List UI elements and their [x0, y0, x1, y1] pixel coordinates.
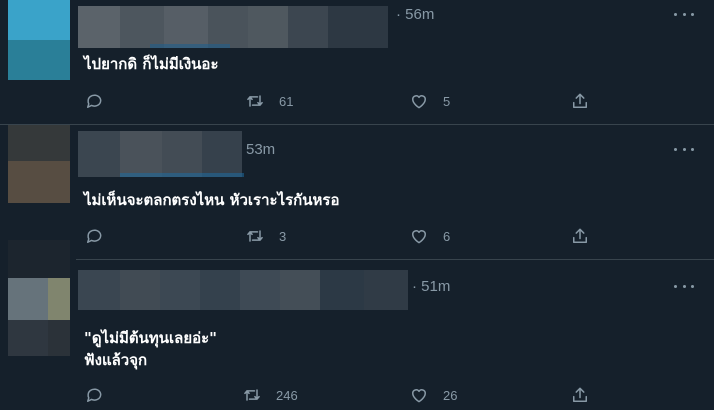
reply-button[interactable]	[84, 383, 118, 407]
author-name-blurred[interactable]	[78, 270, 408, 310]
like-count: 5	[443, 93, 451, 109]
tweet-text-line-2: ฟังแล้วจุก	[84, 351, 148, 369]
tweet-text: ไปยากดิ ก็ไม่มีเงินอะ	[84, 55, 219, 73]
share-icon	[573, 387, 587, 402]
more-icon[interactable]	[674, 6, 694, 22]
blur-fragment	[150, 44, 230, 48]
heart-icon	[411, 95, 427, 109]
share-button[interactable]	[570, 383, 590, 407]
retweet-count: 246	[276, 387, 298, 403]
share-button[interactable]	[570, 89, 590, 113]
avatar[interactable]	[8, 125, 70, 203]
blur-fragment	[120, 173, 244, 177]
more-icon[interactable]	[674, 141, 694, 157]
reply-icon	[87, 388, 102, 402]
tweet[interactable]: · 56m ไปยากดิ ก็ไม่มีเงินอะ 61 5	[0, 0, 714, 124]
like-button[interactable]: 26	[409, 383, 457, 407]
retweet-button[interactable]: 61	[245, 89, 293, 113]
tweet-actions: 61 5	[84, 89, 604, 113]
author-name-blurred[interactable]	[78, 6, 388, 48]
author-name-blurred[interactable]	[78, 131, 242, 177]
tweet-text-line-1: "ดูไม่มีต้นทุนเลยอ่ะ"	[84, 329, 218, 347]
tweet-actions: 246 26	[84, 383, 604, 407]
like-button[interactable]: 5	[409, 89, 450, 113]
tweet-time[interactable]: · 56m	[396, 6, 434, 23]
tweet-time[interactable]: 53m	[246, 141, 275, 158]
reply-icon	[87, 94, 102, 108]
tweet-time[interactable]: · 51m	[412, 278, 450, 295]
tweet-text: ไม่เห็นจะตลกตรงไหน หัวเราะไรกันหรอ	[84, 191, 340, 209]
retweet-button[interactable]: 246	[242, 383, 298, 407]
more-icon[interactable]	[674, 278, 694, 294]
retweet-icon	[244, 389, 260, 401]
avatar[interactable]	[8, 0, 70, 80]
share-icon	[573, 93, 587, 108]
reply-button[interactable]	[84, 89, 118, 113]
tweet-feed: · 56m ไปยากดิ ก็ไม่มีเงินอะ 61 5 53m ไม่…	[0, 0, 714, 410]
retweet-count: 61	[279, 93, 294, 109]
heart-icon	[411, 389, 427, 403]
like-count: 26	[443, 387, 458, 403]
tweet[interactable]: · 51m "ดูไม่มีต้นทุนเลยอ่ะ" ฟังแล้วจุก 2…	[0, 238, 714, 410]
avatar[interactable]	[8, 240, 70, 356]
retweet-icon	[247, 95, 263, 107]
